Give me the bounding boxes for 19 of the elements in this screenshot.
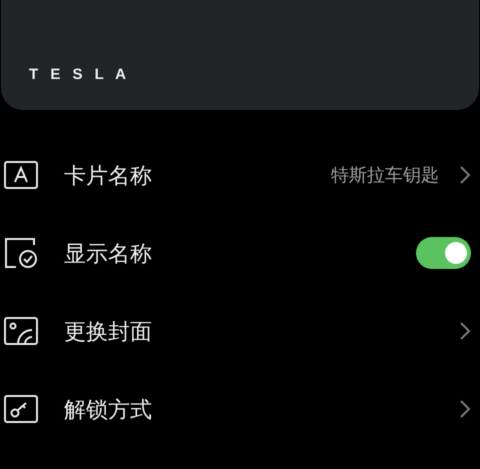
toggle-switch[interactable] [416,237,471,269]
row-value: 特斯拉车钥匙 [331,164,439,186]
settings-row[interactable]: 显示名称 [0,214,480,292]
row-label: 显示名称 [64,240,152,268]
letter-box-icon [4,161,38,189]
settings-row[interactable]: 卡片名称 特斯拉车钥匙 [0,136,480,214]
settings-row[interactable]: 解锁方式 [0,370,480,448]
row-label: 卡片名称 [64,162,152,190]
chevron-right-icon [459,165,471,185]
frame-check-icon [4,237,38,269]
chevron-right-icon [459,321,471,341]
row-label: 解锁方式 [64,396,152,424]
brand-logo: T E S L A [29,67,130,82]
chevron-right-icon [459,399,471,419]
image-icon [4,317,38,345]
toggle-knob [445,242,467,264]
row-label: 更换封面 [64,318,152,346]
settings-row[interactable]: 更换封面 [0,292,480,370]
key-icon [4,395,38,423]
